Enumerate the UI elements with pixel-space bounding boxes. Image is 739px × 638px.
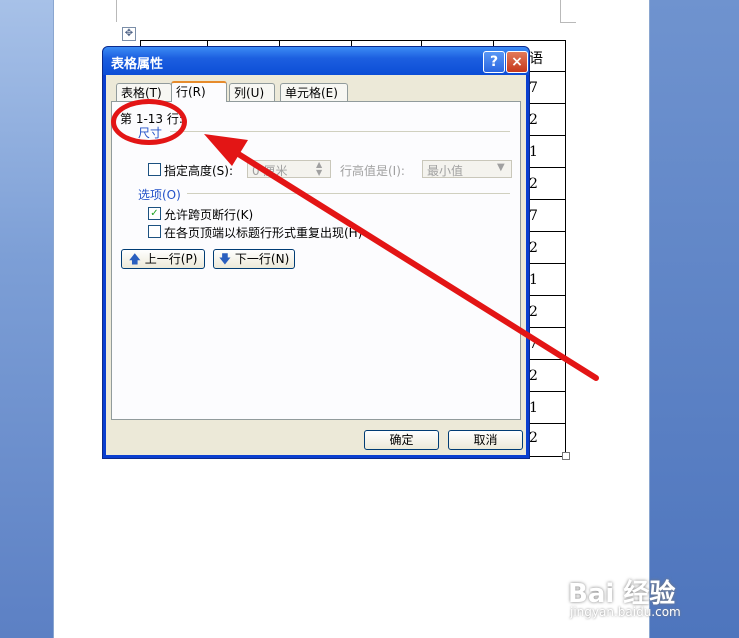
watermark-url: jingyan.baidu.com [570, 605, 681, 619]
annotation-arrow [204, 134, 599, 381]
tab-row[interactable]: 行(R) [171, 81, 227, 102]
